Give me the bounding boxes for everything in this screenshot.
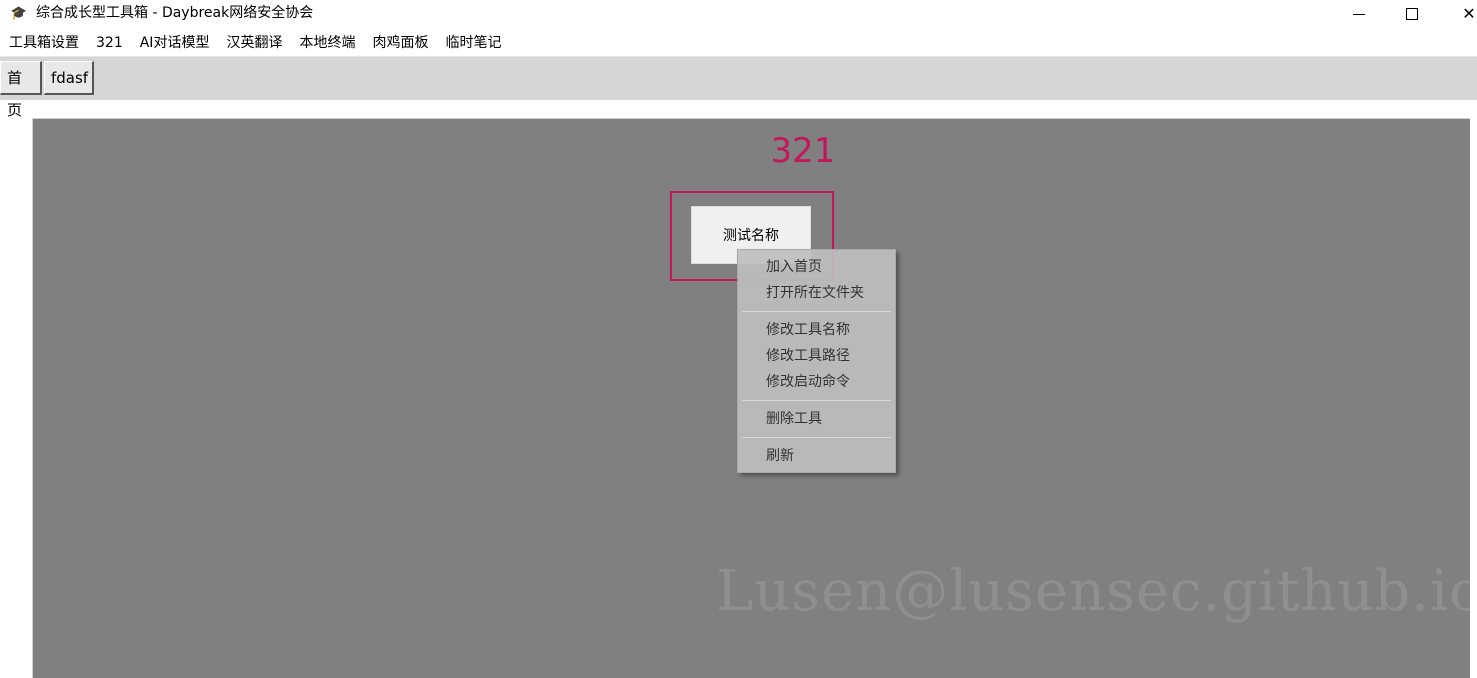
cm-add-to-home[interactable]: 加入首页 (738, 254, 895, 280)
close-button[interactable]: ✕ (1446, 0, 1477, 28)
cm-delete-tool[interactable]: 删除工具 (738, 406, 895, 432)
menu-separator (742, 311, 891, 312)
close-icon: ✕ (1462, 4, 1476, 23)
maximize-icon (1406, 8, 1418, 20)
menu-separator (742, 437, 891, 438)
menu-item-translate[interactable]: 汉英翻译 (217, 32, 290, 54)
minimize-button[interactable] (1336, 0, 1382, 28)
section-title: 321 (770, 131, 836, 171)
title-bar: 🎓 综合成长型工具箱 - Daybreak网络安全协会 ✕ (0, 0, 1477, 28)
cm-rename-tool[interactable]: 修改工具名称 (738, 317, 895, 343)
minimize-icon (1353, 13, 1365, 15)
cm-change-path[interactable]: 修改工具路径 (738, 343, 895, 369)
menu-bar: 工具箱设置 321 AI对话模型 汉英翻译 本地终端 肉鸡面板 临时笔记 (0, 32, 1477, 54)
menu-item-toolbox-settings[interactable]: 工具箱设置 (0, 32, 87, 54)
cm-change-command[interactable]: 修改启动命令 (738, 369, 895, 395)
context-menu: 加入首页 打开所在文件夹 修改工具名称 修改工具路径 修改启动命令 删除工具 刷… (737, 249, 896, 473)
menu-item-local-terminal[interactable]: 本地终端 (290, 32, 363, 54)
cm-refresh[interactable]: 刷新 (738, 443, 895, 469)
window-title: 综合成长型工具箱 - Daybreak网络安全协会 (36, 5, 314, 21)
watermark: Lusen@lusensec.github.io (716, 559, 1477, 624)
menu-item-bot-panel[interactable]: 肉鸡面板 (363, 32, 436, 54)
tab-home[interactable]: 首页 (0, 61, 42, 119)
menu-item-notes[interactable]: 临时笔记 (436, 32, 509, 54)
menu-item-321[interactable]: 321 (87, 32, 131, 54)
hat-icon: 🎓 (10, 6, 28, 21)
tab-bar: 首页 fdasf (0, 56, 1477, 119)
menu-item-ai-chat[interactable]: AI对话模型 (131, 32, 218, 54)
cm-open-folder[interactable]: 打开所在文件夹 (738, 280, 895, 306)
menu-separator (742, 400, 891, 401)
maximize-button[interactable] (1389, 0, 1435, 28)
tab-fdasf[interactable]: fdasf (44, 61, 94, 95)
